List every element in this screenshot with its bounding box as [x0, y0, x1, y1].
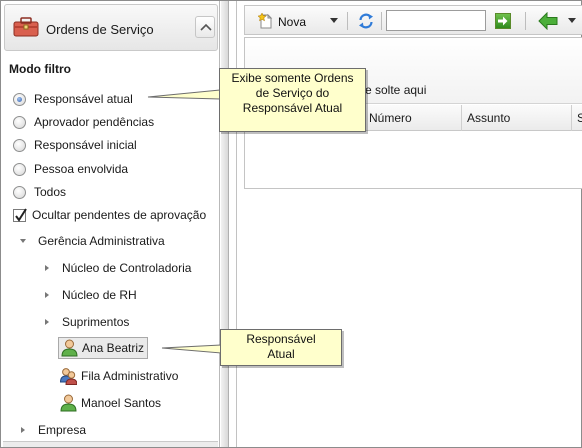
dropdown-arrow-icon[interactable] [330, 18, 338, 23]
radio-initial-owner[interactable]: Responsável inicial [13, 136, 137, 154]
person-icon [61, 339, 78, 357]
collapsed-arrow-icon[interactable] [42, 263, 52, 273]
chevron-up-icon [200, 23, 212, 31]
radio-pending-approver[interactable]: Aprovador pendências [13, 113, 154, 131]
tree-node-label: Empresa [38, 423, 87, 437]
group-hint: e solte aqui [365, 83, 427, 97]
tree-leaf-manoel-santos[interactable]: Manoel Santos [58, 392, 164, 414]
tree-node-suprimentos[interactable]: Suprimentos [42, 312, 129, 332]
callout-line: Responsável Atual [242, 101, 343, 115]
search-input[interactable] [386, 10, 486, 31]
dropdown-arrow-icon[interactable] [568, 18, 576, 23]
radio-button[interactable] [13, 138, 26, 152]
callout-line: Responsável [246, 332, 316, 346]
column-header-assunto[interactable]: Assunto [461, 105, 571, 131]
tree-leaf-label: Ana Beatriz [82, 341, 145, 355]
group-icon [60, 368, 77, 385]
toolbar: Nova [244, 5, 582, 35]
go-arrow-icon [498, 16, 508, 26]
toolbar-separator [525, 12, 526, 30]
collapsed-arrow-icon[interactable] [42, 290, 52, 300]
tree-leaf-label: Manoel Santos [81, 396, 162, 410]
column-header-s[interactable]: S [571, 105, 582, 131]
collapsed-arrow-icon[interactable] [42, 317, 52, 327]
collapsed-arrow-icon[interactable] [18, 425, 28, 435]
person-icon [60, 394, 77, 412]
new-button[interactable]: Nova [278, 15, 306, 29]
callout-current-owner: Exibe somente Ordens de Serviço do Respo… [219, 68, 366, 132]
radio-all[interactable]: Todos [13, 183, 66, 201]
radio-label: Todos [34, 185, 67, 199]
tree-leaf-label: Fila Administrativo [81, 369, 179, 383]
tree-node-label: Núcleo de RH [62, 288, 137, 302]
tree-node-controladoria[interactable]: Núcleo de Controladoria [42, 258, 191, 278]
panel-header: Ordens de Serviço [4, 4, 218, 51]
tree-node-empresa[interactable]: Empresa [18, 420, 86, 440]
radio-label: Pessoa envolvida [34, 162, 129, 176]
tree-leaf-ana-beatriz[interactable]: Ana Beatriz [58, 337, 149, 359]
radio-label: Responsável atual [34, 92, 133, 106]
callout-line: Atual [267, 347, 295, 361]
checkmark-icon [15, 207, 27, 222]
radio-label: Responsável inicial [34, 138, 137, 152]
column-header-numero[interactable]: Número [363, 105, 461, 131]
new-document-icon[interactable] [258, 13, 274, 29]
radio-button[interactable] [13, 185, 26, 199]
tree-node-label: Núcleo de Controladoria [62, 261, 192, 275]
radio-involved-person[interactable]: Pessoa envolvida [13, 160, 128, 178]
tree-node-gerencia[interactable]: Gerência Administrativa [18, 231, 165, 251]
tree-leaf-fila-administrativo[interactable]: Fila Administrativo [58, 365, 181, 387]
radio-button[interactable] [13, 162, 26, 176]
filter-mode-title: Modo filtro [9, 62, 71, 76]
radio-button[interactable] [13, 92, 26, 106]
panel-footer [3, 441, 218, 447]
go-button[interactable] [495, 13, 511, 29]
panel-title: Ordens de Serviço [46, 22, 154, 37]
callout-line: Exibe somente Ordens [231, 71, 354, 85]
callout-line: de Serviço do [255, 86, 330, 100]
toolbar-separator [347, 12, 348, 30]
checkbox-label: Ocultar pendentes de aprovação [32, 208, 207, 222]
radio-current-owner[interactable]: Responsável atual [13, 90, 133, 108]
callout-owner-label: Responsável Atual [220, 329, 342, 366]
filter-panel: Ordens de Serviço Modo filtro Responsáve… [1, 1, 220, 447]
tree-node-label: Gerência Administrativa [38, 234, 165, 248]
collapse-button[interactable] [195, 16, 215, 38]
hide-pending-checkbox[interactable] [13, 207, 27, 222]
toolbox-icon [13, 17, 39, 37]
expanded-arrow-icon[interactable] [18, 236, 28, 246]
back-arrow-icon[interactable] [538, 12, 558, 30]
tree-node-label: Suprimentos [62, 315, 130, 329]
hide-pending-checkbox-row[interactable]: Ocultar pendentes de aprovação [13, 206, 206, 224]
radio-button[interactable] [13, 115, 26, 129]
tree-node-rh[interactable]: Núcleo de RH [42, 285, 137, 305]
refresh-icon[interactable] [357, 12, 375, 30]
toolbar-separator [381, 12, 382, 30]
radio-label: Aprovador pendências [34, 115, 155, 129]
